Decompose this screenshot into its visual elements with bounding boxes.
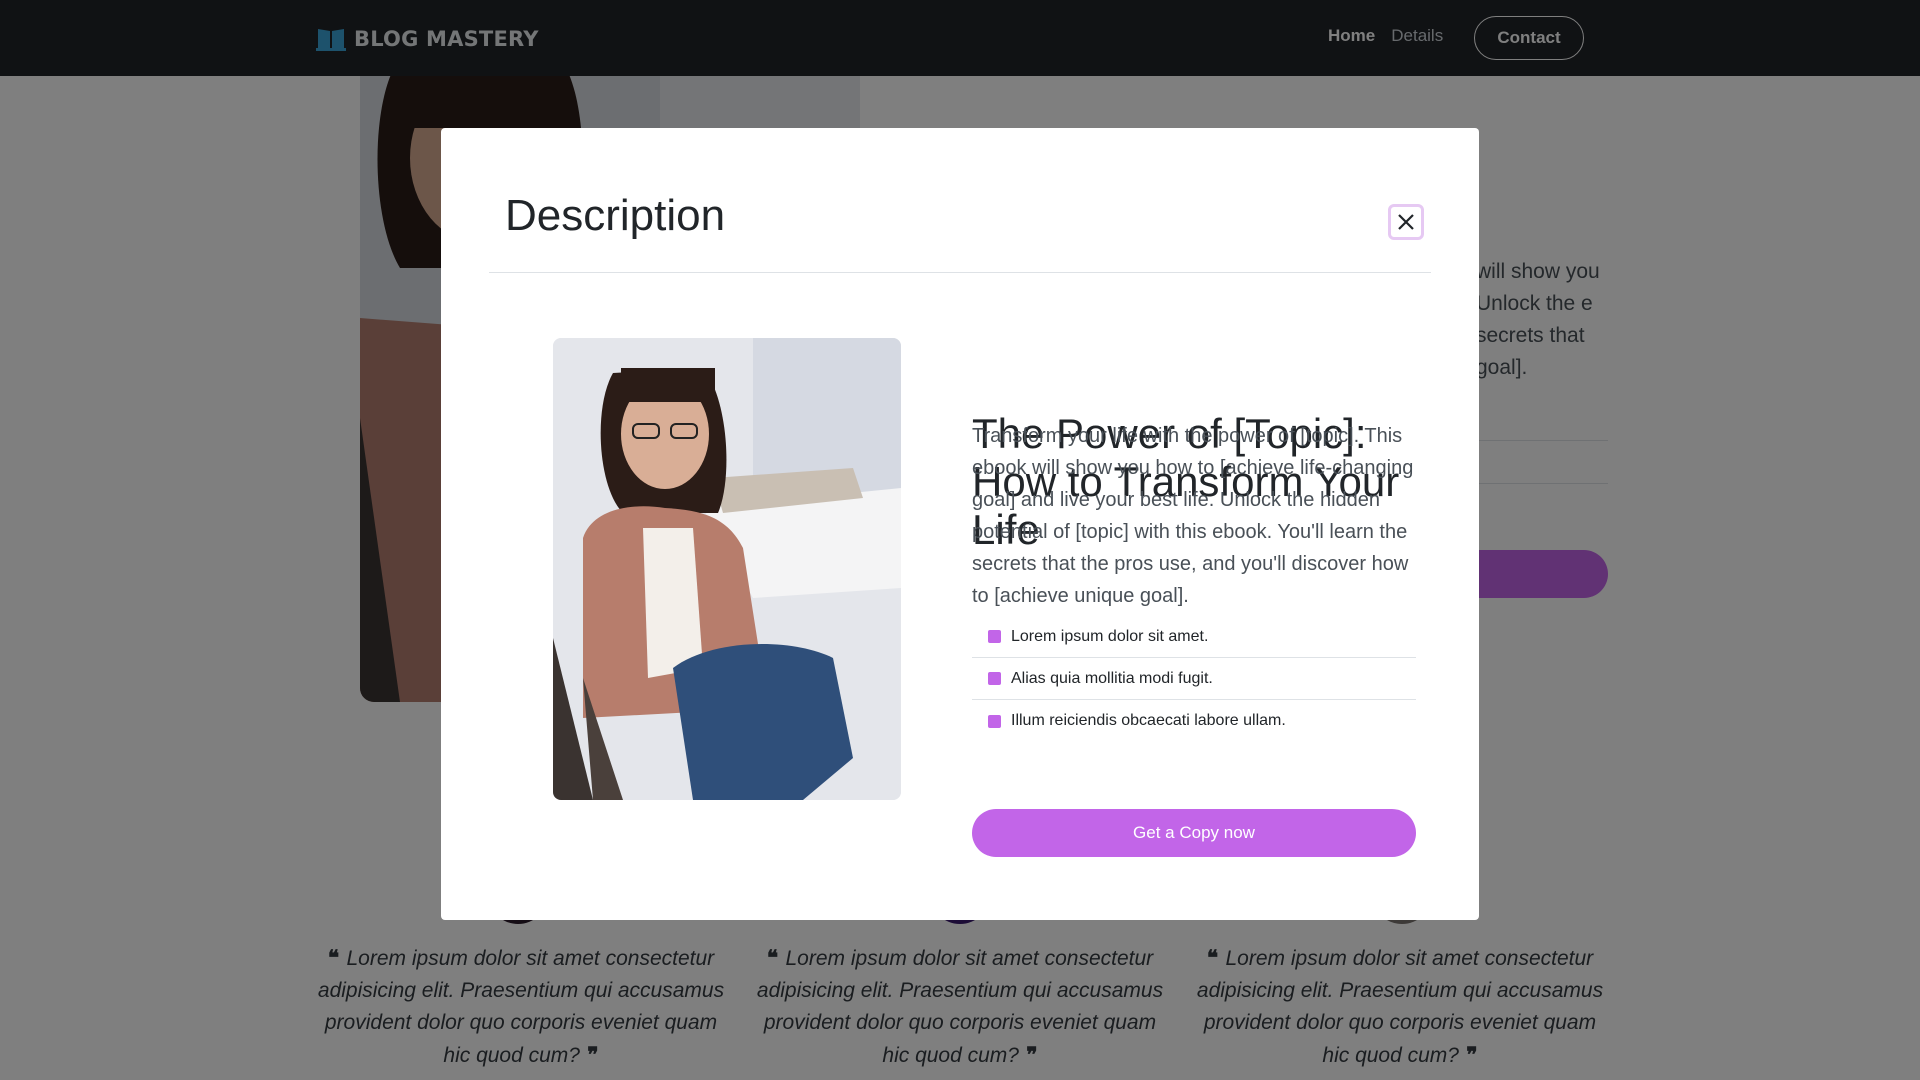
woman-portrait-illustration <box>553 338 901 800</box>
square-bullet-icon <box>988 630 1001 643</box>
feature-list: Lorem ipsum dolor sit amet. Alias quia m… <box>972 616 1416 742</box>
close-icon <box>1398 214 1414 230</box>
list-item: Illum reiciendis obcaecati labore ullam. <box>972 700 1416 742</box>
modal-header-divider <box>489 272 1431 273</box>
book-photo <box>553 338 901 800</box>
feature-text: Illum reiciendis obcaecati labore ullam. <box>1011 712 1286 729</box>
feature-text: Lorem ipsum dolor sit amet. <box>1011 627 1209 645</box>
get-copy-button[interactable]: Get a Copy now <box>972 809 1416 857</box>
book-description: Transform your life with the power of [t… <box>972 425 1414 607</box>
close-button[interactable] <box>1388 204 1424 240</box>
list-item: Alias quia mollitia modi fugit. <box>972 658 1416 700</box>
feature-text: Alias quia mollitia modi fugit. <box>1011 669 1213 687</box>
square-bullet-icon <box>988 672 1001 685</box>
description-modal: Description The Power of [Topic]: How to… <box>441 128 1479 920</box>
book-details: The Power of [Topic]: How to Transform Y… <box>972 290 1416 890</box>
list-item: Lorem ipsum dolor sit amet. <box>972 616 1416 658</box>
modal-title: Description <box>505 191 726 240</box>
square-bullet-icon <box>988 714 1001 728</box>
